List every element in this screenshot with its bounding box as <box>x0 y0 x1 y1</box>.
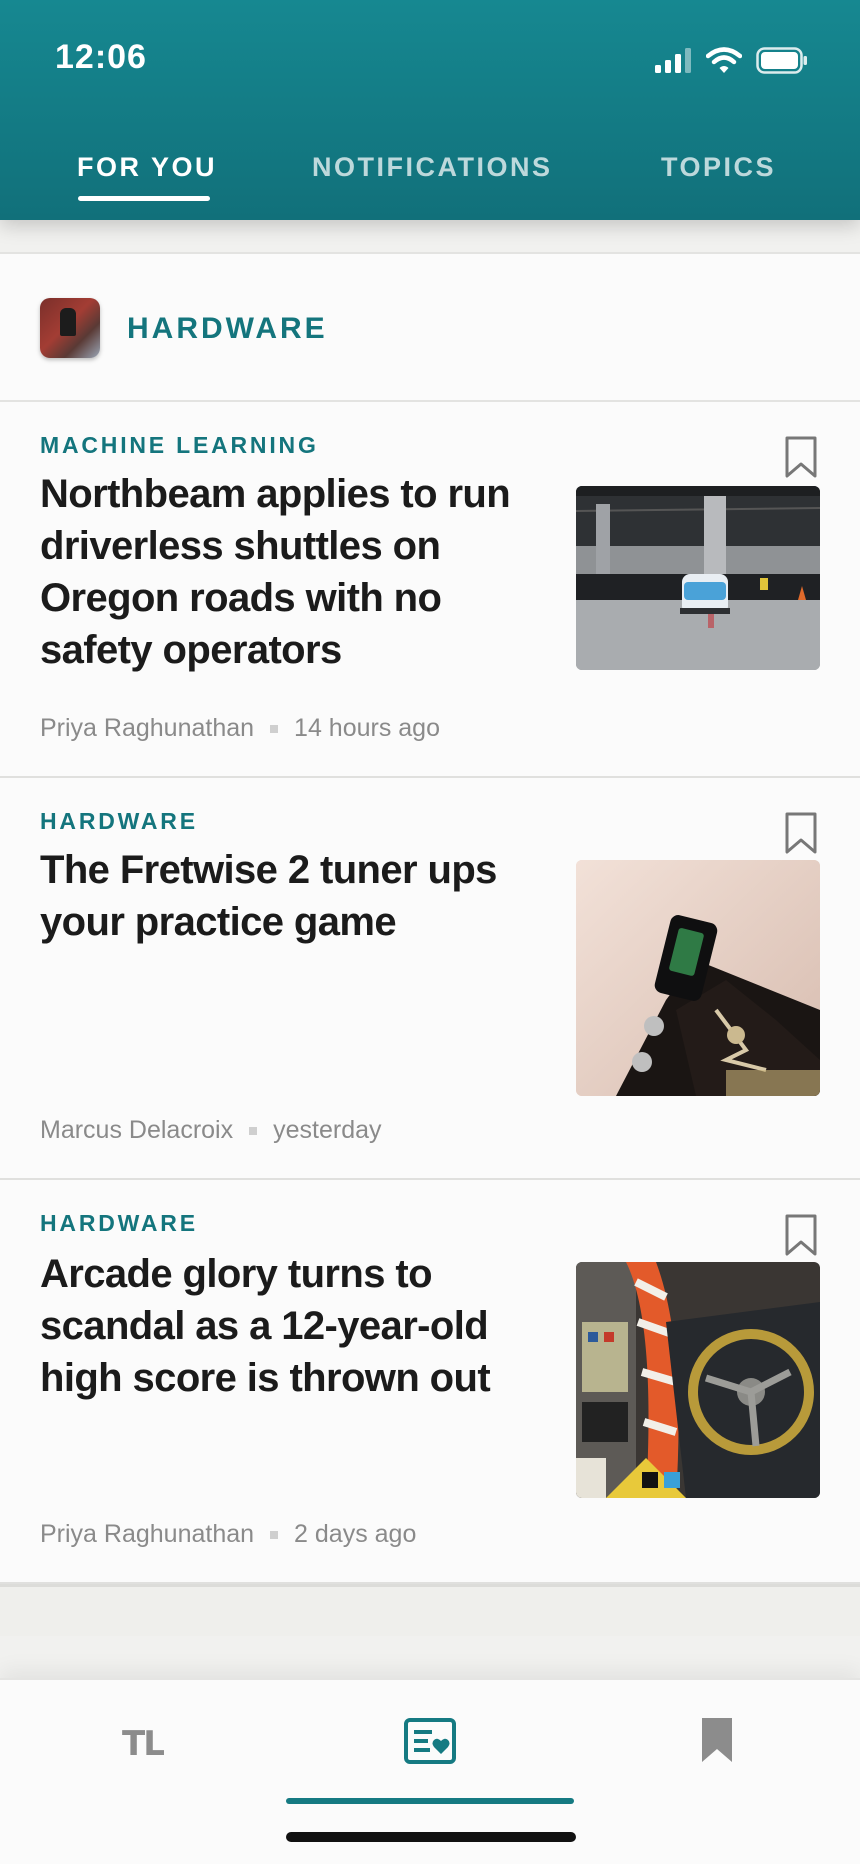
article-image[interactable] <box>576 486 820 670</box>
active-tab-underline <box>78 196 210 201</box>
article-time: 14 hours ago <box>294 714 440 742</box>
meta-separator <box>249 1126 258 1135</box>
article-meta: Priya Raghunathan 2 days ago <box>40 1520 416 1549</box>
bottom-nav: TL <box>0 1678 860 1864</box>
wifi-icon <box>706 46 742 73</box>
cellular-signal-icon <box>655 48 691 73</box>
article-card[interactable]: HARDWARE The Fretwise 2 tuner ups your p… <box>0 778 860 1180</box>
topic-name: HARDWARE <box>127 312 328 345</box>
article-category[interactable]: HARDWARE <box>40 1210 198 1237</box>
guitar-tuner-photo <box>576 860 820 1096</box>
tl-logo-icon: TL <box>122 1724 165 1764</box>
battery-icon <box>756 46 807 74</box>
article-author[interactable]: Marcus Delacroix <box>40 1116 233 1145</box>
article-title[interactable]: Northbeam applies to run driverless shut… <box>40 468 550 676</box>
article-card[interactable]: HARDWARE Arcade glory turns to scandal a… <box>0 1180 860 1584</box>
bookmark-icon <box>702 1718 732 1762</box>
nav-tl-home[interactable]: TL <box>95 1710 195 1790</box>
article-title[interactable]: Arcade glory turns to scandal as a 12-ye… <box>40 1248 550 1404</box>
article-category[interactable]: HARDWARE <box>40 808 198 835</box>
topic-header[interactable]: HARDWARE <box>0 252 860 402</box>
app-header: 12:06 FOR YOU NOTIFICATIONS TOPICS <box>0 0 860 220</box>
article-category[interactable]: MACHINE LEARNING <box>40 432 319 459</box>
article-author[interactable]: Priya Raghunathan <box>40 714 254 743</box>
bookmark-icon[interactable] <box>784 812 818 854</box>
article-time: yesterday <box>273 1116 382 1144</box>
article-meta: Priya Raghunathan 14 hours ago <box>40 714 440 743</box>
article-image[interactable] <box>576 860 820 1096</box>
shuttle-photo <box>576 486 820 670</box>
nav-feed[interactable] <box>380 1710 480 1790</box>
top-tabs: FOR YOU NOTIFICATIONS TOPICS <box>0 140 860 220</box>
article-meta: Marcus Delacroix yesterday <box>40 1116 382 1145</box>
active-nav-indicator <box>286 1798 574 1804</box>
home-indicator[interactable] <box>286 1832 576 1842</box>
meta-separator <box>270 1530 279 1539</box>
tab-for-you[interactable]: FOR YOU <box>77 152 217 183</box>
article-image[interactable] <box>576 1262 820 1498</box>
bookmark-icon[interactable] <box>784 1214 818 1256</box>
feed-heart-icon <box>404 1718 456 1764</box>
status-time: 12:06 <box>55 38 147 76</box>
bookmark-icon[interactable] <box>784 436 818 478</box>
article-author[interactable]: Priya Raghunathan <box>40 1520 254 1549</box>
nav-bookmarks[interactable] <box>666 1710 766 1790</box>
tab-topics[interactable]: TOPICS <box>661 152 776 183</box>
topic-thumbnail <box>40 298 100 358</box>
section-divider <box>0 1584 860 1636</box>
tab-notifications[interactable]: NOTIFICATIONS <box>312 152 552 183</box>
article-time: 2 days ago <box>294 1520 417 1548</box>
article-title[interactable]: The Fretwise 2 tuner ups your practice g… <box>40 844 550 948</box>
article-card[interactable]: MACHINE LEARNING Northbeam applies to ru… <box>0 402 860 778</box>
arcade-cabinet-photo <box>576 1262 820 1498</box>
status-icons <box>654 44 808 76</box>
meta-separator <box>270 724 279 733</box>
